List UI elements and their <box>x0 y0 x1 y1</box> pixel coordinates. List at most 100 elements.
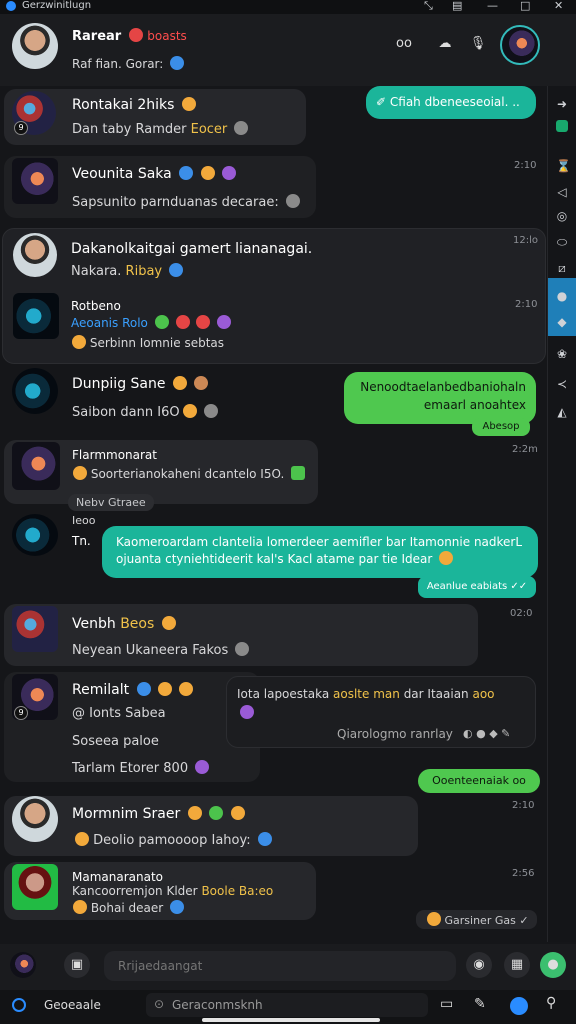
chat-name: Dunpiig Sane <box>72 376 166 392</box>
chat-name: Remilalt <box>72 682 130 698</box>
smile-icon <box>181 97 196 111</box>
chat-name: Tn. <box>72 534 91 548</box>
shield-icon[interactable] <box>556 120 568 132</box>
edit-icon[interactable]: ✎ <box>474 996 486 1012</box>
chat-group-card: Dakanolkaitgai gamert liananagai. Nakara… <box>2 228 546 364</box>
message-bubble[interactable]: Garsiner Gas ✓ <box>416 910 537 929</box>
list-item[interactable]: Mamanaranato Kancoorremjon Klder Boole B… <box>4 862 316 920</box>
message-input[interactable] <box>104 951 456 981</box>
crop-icon[interactable]: ⧄ <box>556 262 568 274</box>
oval-icon[interactable]: ⬭ <box>556 236 568 248</box>
avatar[interactable] <box>12 368 58 414</box>
chat-name: Mamanaranato <box>72 870 164 884</box>
record-icon[interactable]: ◉ <box>466 952 492 978</box>
avatar <box>12 864 58 910</box>
message-text: Cfiah dbeneeseoial. <box>389 95 509 109</box>
list-item[interactable]: Flarmmonarat Soorterianokaheni dcantelo … <box>4 440 318 504</box>
chat-sub: Tarlam Etorer <box>72 761 160 776</box>
shrink-icon[interactable]: ⤡ <box>424 0 433 13</box>
bottom-search[interactable]: ⊙ Geraconmsknh <box>146 993 428 1017</box>
search-text: Geraconmsknh <box>172 998 263 1012</box>
mic-icon[interactable]: 🎙 <box>465 31 491 57</box>
message-time: Abesop <box>472 418 530 436</box>
screen-icon[interactable]: ▭ <box>440 996 453 1012</box>
chat-sub: Aeoanis Rolo <box>71 316 148 330</box>
quote-meta: Qiarologmo ranrlay <box>337 727 453 741</box>
chat-sub: Sapsunito parnduanas decarae: <box>72 195 279 210</box>
title-bar: Gerzwinitlugn ⤡ ▤ — □ ✕ <box>0 0 576 14</box>
chat-label: Ieoo <box>72 514 96 527</box>
avatar <box>12 606 58 652</box>
chat-sub-highlight: Eocer <box>190 122 228 137</box>
list-item[interactable]: Veounita Saka Sapsunito parnduanas decar… <box>4 156 316 218</box>
leaf-icon[interactable]: ❀ <box>556 348 568 360</box>
chat-header: Rarear boasts Raf fian. Gorar: oo ☁ 🎙 <box>0 14 576 86</box>
bell-icon[interactable]: ◭ <box>556 406 568 418</box>
avatar[interactable] <box>12 514 58 556</box>
people-icon[interactable]: ⚲ <box>546 995 556 1011</box>
list-item[interactable]: Mormnim Sraer Deolio pamoooop Iahoy: <box>4 796 418 856</box>
bottom-left-label[interactable]: Geoeaale <box>44 998 101 1012</box>
game-icon[interactable]: ● <box>556 290 568 302</box>
status-badge: 9 <box>14 706 28 720</box>
side-rail: ➜ ⌛ ◁ ◎ ⬭ ⧄ ✎ ● ◆ ❀ ≺ ◭ <box>547 86 576 942</box>
avatar <box>12 796 58 842</box>
chat-sub: Kancoorremjon Klder <box>72 884 198 898</box>
gallery-icon[interactable]: ▦ <box>504 952 530 978</box>
chat-sub: Deolio pamoooop Iahoy: <box>93 833 251 848</box>
chat-sub: Nakara. <box>71 264 122 279</box>
status-badge: 9 <box>14 121 28 135</box>
message-bubble[interactable]: Ooenteenaiak oo <box>418 769 540 793</box>
contact-name: Rarear <box>72 29 122 44</box>
document-icon[interactable]: ▤ <box>452 0 462 12</box>
heart-emoji-icon <box>128 28 143 42</box>
message-bubble[interactable]: ✐ Cfiah dbeneeseoial. .. <box>366 86 536 119</box>
contact-status: Raf fian. Gorar: <box>72 56 185 71</box>
search-icon: ⊙ <box>154 997 165 1011</box>
list-item[interactable]: 9 Remilalt @ Ionts Sabea Soseea paloe Ta… <box>4 672 260 782</box>
chat-name[interactable]: Dakanolkaitgai gamert liananagai. <box>71 241 312 257</box>
forward-icon[interactable]: ➜ <box>556 98 568 110</box>
name-extra: boasts <box>147 29 187 43</box>
quoted-message[interactable]: Iota lapoestaka aoslte man dar Itaaian a… <box>226 676 536 748</box>
share-icon[interactable]: ≺ <box>556 378 568 390</box>
close-button[interactable]: ✕ <box>554 0 563 12</box>
avatar[interactable] <box>12 23 58 69</box>
timestamp: 02:0 <box>510 608 533 619</box>
list-item[interactable]: Venbh Beos Neyean Ukaneera Fakos <box>4 604 478 666</box>
chat-sub: Soseea paloe <box>72 734 159 749</box>
message-text: Kaomeroardam clantelia lomerdeer aemifle… <box>116 535 523 566</box>
status-emoji-icon <box>170 56 185 70</box>
quote-actions-icon[interactable]: ◐ ● ◆ ✎ <box>463 727 510 740</box>
timestamp: 12:lo <box>513 235 538 246</box>
emoji-icon <box>234 121 249 135</box>
chat-name[interactable]: Rotbeno <box>71 299 121 313</box>
profile-avatar[interactable] <box>500 25 540 65</box>
chat-sub: Saibon dann I6O <box>72 405 180 420</box>
hourglass-icon[interactable]: ⌛ <box>556 160 571 172</box>
message-bubble[interactable]: Kaomeroardam clantelia lomerdeer aemifle… <box>102 526 538 578</box>
notification-icon[interactable]: ☁ <box>432 31 458 57</box>
mic-button-icon[interactable]: ● <box>540 952 566 978</box>
attach-icon[interactable]: ▣ <box>64 952 90 978</box>
avatar <box>12 442 60 490</box>
browser-icon[interactable] <box>510 997 528 1015</box>
chat-name: Veounita Saka <box>72 166 172 182</box>
list-item[interactable]: 9 Rontakai 2hiks Dan taby Ramder Eocer <box>4 89 306 145</box>
send-icon[interactable]: ◁ <box>556 186 568 198</box>
chat-name: Rontakai 2hiks <box>72 97 175 113</box>
pill-icon[interactable]: ◆ <box>556 316 568 328</box>
header-badge[interactable]: oo <box>396 36 412 51</box>
minimize-button[interactable]: — <box>487 0 498 12</box>
avatar[interactable] <box>10 952 36 978</box>
chat-sub: Soorterianokaheni dcantelo I5O. <box>90 467 285 481</box>
timestamp: 2:56 <box>512 868 535 879</box>
home-icon[interactable] <box>12 998 26 1012</box>
pin-icon: ✐ <box>376 95 387 109</box>
chat-name: Flarmmonarat <box>72 448 157 462</box>
maximize-button[interactable]: □ <box>520 0 530 12</box>
message-bubble[interactable]: Nenoodtaelanbedbaniohaln emaarl anoahtex <box>344 372 536 424</box>
home-indicator <box>202 1018 380 1022</box>
chat-sub: Ionts Sabea <box>89 706 166 721</box>
user-icon[interactable]: ◎ <box>556 210 568 222</box>
